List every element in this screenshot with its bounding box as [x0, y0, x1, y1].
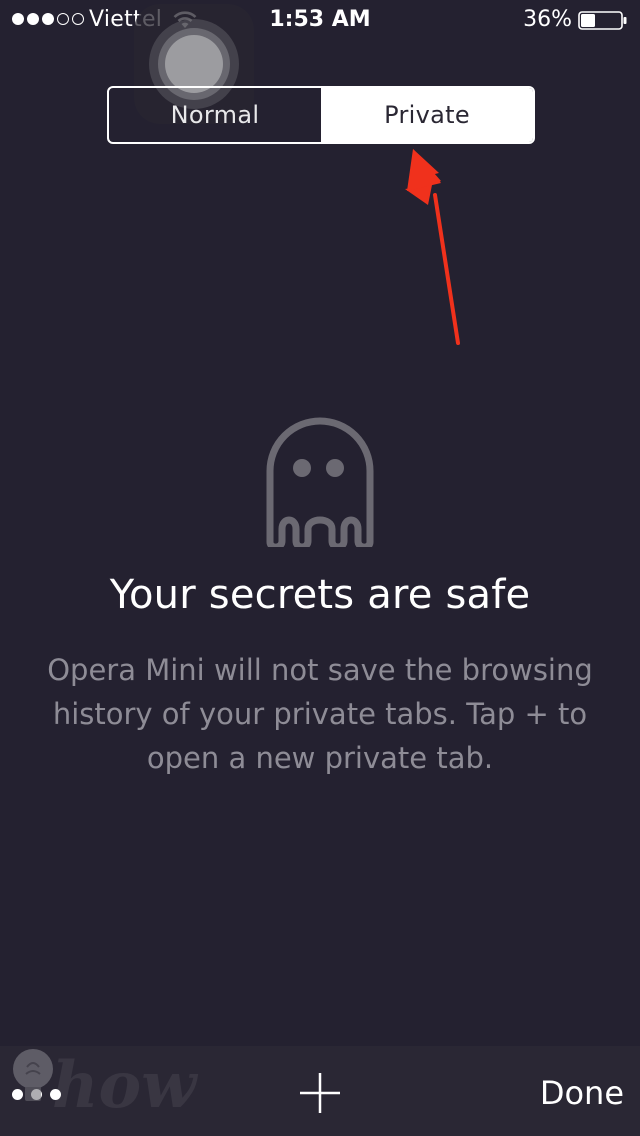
done-button[interactable]: Done	[540, 1074, 624, 1112]
plus-icon[interactable]	[298, 1071, 342, 1115]
tab-mode-switch: Normal Private	[107, 86, 535, 144]
tab-normal[interactable]: Normal	[109, 88, 321, 142]
battery-icon	[578, 11, 627, 30]
annotation-arrow-icon	[405, 149, 460, 345]
watermark-text: how	[52, 1048, 197, 1123]
opera-mini-tabs-screen: Viettel 1:53 AM 36% Normal Private Your …	[0, 0, 640, 1136]
battery-percent: 36%	[523, 7, 572, 32]
ghost-icon	[266, 417, 374, 547]
lightbulb-watermark-icon	[13, 1049, 53, 1101]
tab-private[interactable]: Private	[321, 88, 533, 142]
private-description: Opera Mini will not save the browsing hi…	[47, 653, 593, 775]
status-bar: Viettel 1:53 AM 36%	[0, 0, 640, 40]
private-headline: Your secrets are safe	[109, 572, 531, 618]
